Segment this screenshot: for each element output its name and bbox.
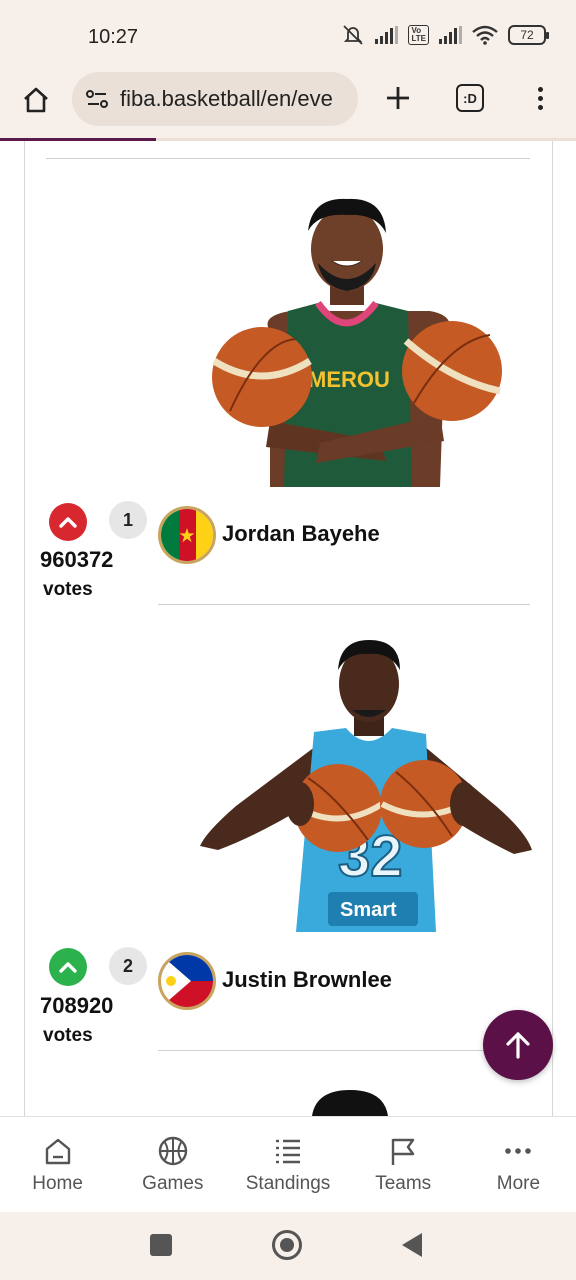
bottom-nav: Home Games Standings Teams More	[0, 1116, 576, 1212]
jersey-sponsor: Smart	[340, 899, 397, 921]
cameroon-flag-icon	[158, 506, 216, 564]
status-time: 10:27	[88, 26, 139, 48]
browser-toolbar: fiba.basketball/en/eve :D	[0, 72, 576, 138]
mute-vibrate-icon	[343, 25, 364, 45]
home-icon	[45, 1138, 70, 1165]
home-icon	[24, 87, 48, 113]
divider	[46, 158, 530, 159]
divider	[158, 604, 530, 605]
jersey-text: MEROU	[308, 367, 390, 392]
upvote-button[interactable]	[49, 948, 87, 986]
page-content[interactable]: MEROU 1 960372 votes Jordan Bayehe 32 Sm…	[0, 141, 576, 1116]
more-dots-icon	[505, 1148, 532, 1154]
chevron-up-icon	[59, 962, 77, 973]
browser-home-button[interactable]	[18, 82, 54, 118]
system-home-button[interactable]	[272, 1230, 302, 1260]
list-icon	[276, 1139, 300, 1164]
player-name[interactable]: Justin Brownlee	[222, 967, 392, 993]
nav-more-label: More	[496, 1173, 541, 1194]
vote-count: 708920	[40, 993, 114, 1018]
new-tab-button[interactable]	[380, 80, 416, 116]
battery-icon: 72	[508, 25, 549, 45]
nav-games-label: Games	[142, 1173, 204, 1194]
battery-level: 72	[520, 28, 534, 42]
divider	[158, 1050, 530, 1051]
votes-label: votes	[43, 579, 93, 600]
flag-icon	[392, 1138, 415, 1165]
status-bar: 10:27 Vo LTE 72	[0, 0, 576, 72]
player-photo-jordan-bayehe: MEROU	[212, 198, 502, 487]
nav-teams-label: Teams	[375, 1173, 432, 1194]
rank-badge: 1	[109, 501, 147, 539]
upvote-button[interactable]	[49, 503, 87, 541]
back-to-top-button[interactable]	[483, 1010, 553, 1080]
nav-standings-label: Standings	[245, 1173, 331, 1194]
card-border-right	[552, 141, 553, 1116]
votes-label: votes	[43, 1025, 93, 1046]
philippines-flag-icon	[158, 952, 216, 1010]
player-photo-partial	[312, 1090, 388, 1116]
site-settings-icon[interactable]	[84, 86, 110, 112]
nav-home[interactable]: Home	[0, 1117, 115, 1212]
system-nav-bar	[0, 1212, 576, 1280]
url-text[interactable]: fiba.basketball/en/eve	[120, 86, 333, 112]
nav-home-label: Home	[32, 1173, 83, 1194]
signal-icon	[375, 26, 399, 44]
browser-menu-button[interactable]	[528, 80, 552, 116]
nav-teams[interactable]: Teams	[346, 1117, 461, 1212]
address-bar[interactable]: fiba.basketball/en/eve	[72, 72, 358, 126]
tab-switcher-label: :D	[463, 90, 477, 106]
signal-icon-2	[439, 26, 462, 44]
player-name[interactable]: Jordan Bayehe	[222, 521, 380, 547]
nav-games[interactable]: Games	[115, 1117, 230, 1212]
arrow-up-icon	[506, 1032, 530, 1059]
basketball-icon	[158, 1136, 187, 1166]
recents-button[interactable]	[150, 1234, 172, 1256]
vote-count: 960372	[40, 547, 114, 572]
card-border-left	[24, 141, 25, 1116]
wifi-icon	[472, 25, 498, 45]
volte-icon: Vo LTE	[408, 25, 429, 45]
rank-badge: 2	[109, 947, 147, 985]
back-button[interactable]	[402, 1233, 422, 1257]
chevron-up-icon	[59, 517, 77, 528]
status-icons: Vo LTE 72	[341, 24, 549, 46]
plus-icon	[387, 87, 409, 109]
nav-more[interactable]: More	[461, 1117, 576, 1212]
tab-switcher-button[interactable]: :D	[456, 84, 484, 112]
nav-standings[interactable]: Standings	[230, 1117, 345, 1212]
player-photo-justin-brownlee: 32 Smart	[200, 640, 532, 932]
